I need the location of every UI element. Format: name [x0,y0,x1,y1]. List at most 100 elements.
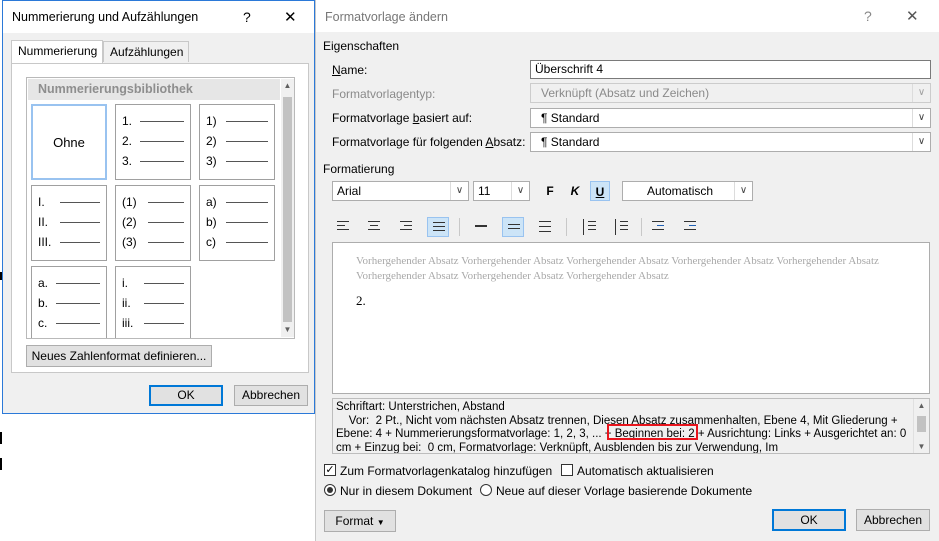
format-label: (2) [122,215,137,229]
highlight-start-at [607,424,698,440]
format-label: II. [38,215,49,229]
tab-bullets[interactable]: Aufzählungen [103,41,189,62]
numbering-dialog-titlebar: Nummerierung und Aufzählungen ? ✕ [3,1,314,33]
italic-button[interactable]: K [565,181,585,201]
single-spacing-icon[interactable] [470,217,492,237]
preview-previous-paragraph: Vorhergehender Absatz Vorhergehender Abs… [356,255,879,282]
ok-button[interactable]: OK [149,385,223,406]
align-center-icon[interactable] [363,217,385,237]
format-menu-button[interactable]: Format ▼ [324,510,396,532]
align-right-icon[interactable] [395,217,417,237]
help-icon[interactable]: ? [243,9,251,25]
space-before-increase-icon[interactable] [577,217,599,237]
properties-header: Eigenschaften [323,39,400,53]
numbering-format-alpha-dot[interactable]: a. b. c. [31,266,107,338]
increase-indent-icon[interactable] [679,217,701,237]
add-to-gallery-checkbox[interactable]: ✓ [324,464,336,476]
scroll-down-icon[interactable]: ▼ [914,440,929,453]
format-menu-label: Format [335,514,374,528]
numbering-format-arabic-dot[interactable]: 1. 2. 3. [115,104,191,180]
numbering-format-roman-upper[interactable]: I. II. III. [31,185,107,261]
format-label: III. [38,235,52,249]
background-document-mark [0,458,2,470]
next-paragraph-label: Formatvorlage für folgenden Absatz: [332,135,526,149]
scroll-thumb[interactable] [283,97,292,322]
preview-number: 2. [356,293,366,308]
underline-button[interactable]: U [590,181,610,201]
font-size-value: 11 [478,184,491,198]
formatting-header: Formatierung [323,162,395,176]
toolbar-separator [566,218,567,236]
next-paragraph-value: ¶ Standard [541,135,600,149]
next-paragraph-select[interactable]: ¶ Standard ∨ [530,132,931,152]
format-label: 1. [122,114,133,128]
format-label: b. [38,296,49,310]
format-label: 2. [122,134,133,148]
new-documents-label[interactable]: Neue auf dieser Vorlage basierende Dokum… [496,484,752,498]
align-justify-icon[interactable] [427,217,449,237]
align-left-icon[interactable] [332,217,354,237]
format-label: ii. [122,296,131,310]
font-select[interactable]: Arial ∨ [332,181,469,201]
close-icon[interactable]: ✕ [906,7,919,25]
none-label: Ohne [53,134,85,150]
close-icon[interactable]: ✕ [284,8,297,26]
style-type-value: Verknüpft (Absatz und Zeichen) [541,86,710,100]
numbering-library: Nummerierungsbibliothek Ohne 1. 2. 3. 1)… [26,77,295,339]
toolbar-separator [459,218,460,236]
auto-update-label[interactable]: Automatisch aktualisieren [577,464,714,478]
only-this-document-radio[interactable] [324,484,336,496]
only-this-document-label[interactable]: Nur in diesem Dokument [340,484,472,498]
font-color-value: Automatisch [647,184,714,198]
numbering-format-arabic-both-paren[interactable]: (1) (2) (3) [115,185,191,261]
background-document-mark [0,432,2,444]
style-preview: Vorhergehender Absatz Vorhergehender Abs… [332,242,930,394]
format-label: 3) [206,154,217,168]
help-icon[interactable]: ? [864,8,872,24]
style-name-field[interactable]: Überschrift 4 [530,60,931,79]
space-before-decrease-icon[interactable] [609,217,631,237]
define-new-number-format-button[interactable]: Neues Zahlenformat definieren... [26,345,212,367]
scroll-thumb[interactable] [917,416,926,432]
chevron-down-icon[interactable]: ∨ [912,109,930,127]
numbering-library-header: Nummerierungsbibliothek [28,79,280,100]
chevron-down-icon[interactable]: ∨ [912,133,930,151]
toolbar-separator [641,218,642,236]
new-documents-radio[interactable] [480,484,492,496]
font-color-select[interactable]: Automatisch ∨ [622,181,753,201]
decrease-indent-icon[interactable] [647,217,669,237]
scroll-up-icon[interactable]: ▲ [281,79,294,93]
one-half-spacing-icon[interactable] [502,217,524,237]
numbering-format-roman-lower[interactable]: i. ii. iii. [115,266,191,338]
style-type-select: Verknüpft (Absatz und Zeichen) ∨ [530,83,931,103]
chevron-down-icon[interactable]: ∨ [450,182,468,200]
cancel-button[interactable]: Abbrechen [234,385,308,406]
cancel-button[interactable]: Abbrechen [856,509,930,531]
format-label: (1) [122,195,137,209]
format-label: b) [206,215,217,229]
scroll-up-icon[interactable]: ▲ [914,399,929,413]
tab-numbering[interactable]: Nummerierung [11,40,103,63]
description-scrollbar[interactable]: ▲ ▼ [913,399,929,453]
format-label: 3. [122,154,133,168]
numbering-format-alpha-paren[interactable]: a) b) c) [199,185,275,261]
modify-style-title: Formatvorlage ändern [325,10,448,24]
ok-button[interactable]: OK [772,509,846,531]
caret-down-icon: ▼ [376,518,385,527]
chevron-down-icon[interactable]: ∨ [734,182,752,200]
numbering-format-none[interactable]: Ohne [31,104,107,180]
chevron-down-icon[interactable]: ∨ [511,182,529,200]
modify-style-titlebar: Formatvorlage ändern ? ✕ [316,0,939,32]
numbering-format-arabic-paren[interactable]: 1) 2) 3) [199,104,275,180]
double-spacing-icon[interactable] [534,217,556,237]
format-label: a) [206,195,217,209]
add-to-gallery-label[interactable]: Zum Formatvorlagenkatalog hinzufügen [340,464,552,478]
format-label: a. [38,276,49,290]
bold-button[interactable]: F [540,181,560,201]
font-size-select[interactable]: 11 ∨ [473,181,530,201]
auto-update-checkbox[interactable] [561,464,573,476]
scroll-down-icon[interactable]: ▼ [281,323,294,337]
based-on-select[interactable]: ¶ Standard ∨ [530,108,931,128]
style-type-label: Formatvorlagentyp: [332,87,436,101]
library-scrollbar[interactable]: ▲ ▼ [281,79,294,337]
